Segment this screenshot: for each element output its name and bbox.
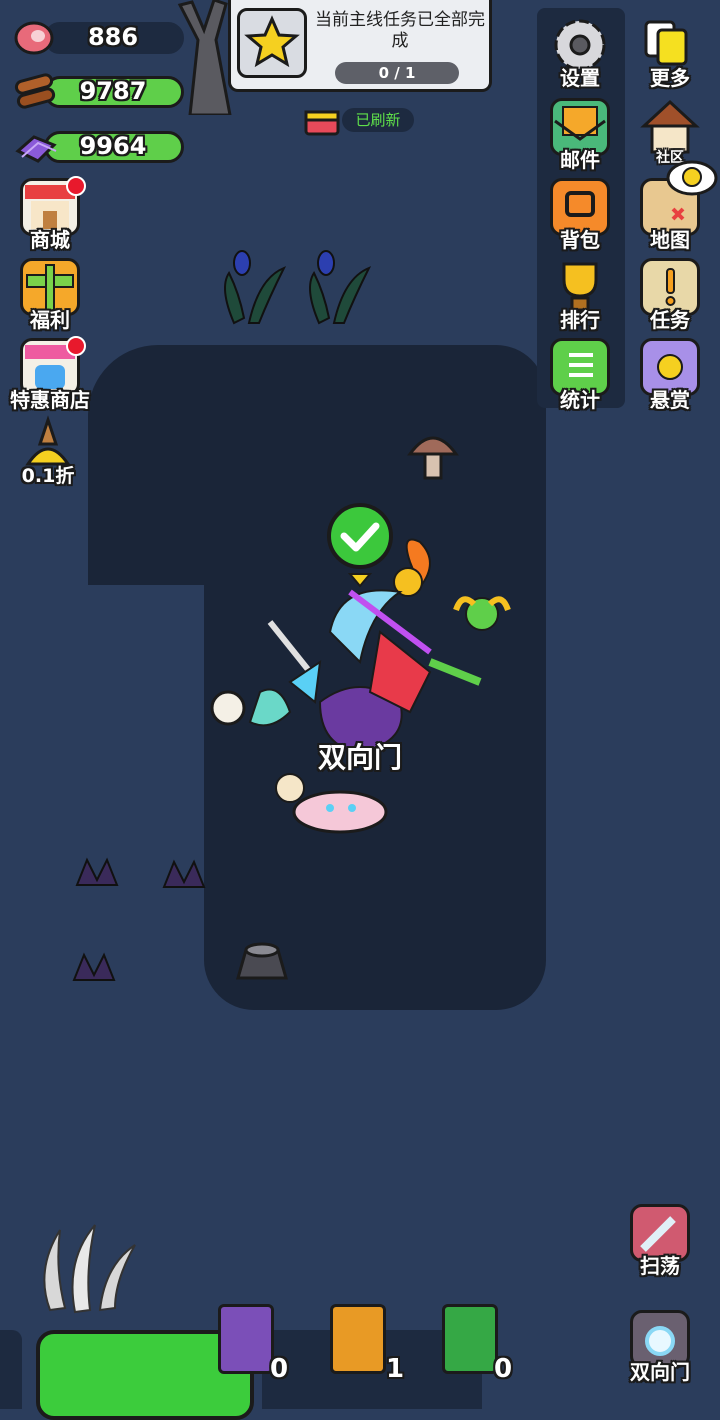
orange-book-count: 1 <box>386 1354 405 1384</box>
resource-meat: 886 <box>14 18 184 58</box>
quest-progress-text: 0 / 1 <box>378 64 416 82</box>
backpack-label: 背包 <box>560 228 600 252</box>
ranking-label: 排行 <box>560 308 600 332</box>
bottom-left-panel <box>0 1330 22 1409</box>
ranking-button[interactable]: 排行 <box>540 256 620 336</box>
green-book-icon[interactable] <box>442 1304 498 1374</box>
quest-refreshed-label: 已刷新 <box>342 108 414 132</box>
bounty-button[interactable]: 悬赏 <box>630 336 710 416</box>
task-button[interactable]: 任务 <box>630 256 710 336</box>
backpack-button[interactable]: 背包 <box>540 176 620 256</box>
skull-speech-icon <box>666 160 718 196</box>
resource-wood-value: 9787 <box>79 77 147 105</box>
portal-label: 双向门 <box>630 1360 690 1384</box>
sweep-button[interactable]: 扫荡 <box>620 1202 700 1282</box>
more-button[interactable]: 更多 <box>630 14 710 94</box>
bone-claws-decoration <box>43 1224 136 1314</box>
settings-button[interactable]: 设置 <box>540 14 620 94</box>
player-name: 双向门 <box>317 741 402 774</box>
hero-weapons-cluster[interactable] <box>200 532 520 842</box>
crystal-icon <box>15 135 57 163</box>
discount-button[interactable]: 0.1折 <box>8 412 88 492</box>
tree-stump-decoration <box>236 942 288 980</box>
shop-button[interactable]: 商城 <box>10 176 90 256</box>
purple-plant-decoration <box>72 857 206 981</box>
quest-progress-bar: 0 / 1 <box>335 62 459 84</box>
discount-label: 0.1折 <box>21 465 75 487</box>
treasure-chest-icon <box>304 110 340 136</box>
stats-label: 统计 <box>560 388 600 412</box>
portal-button[interactable]: 双向门 <box>620 1308 700 1388</box>
blue-flower-decoration <box>224 250 372 325</box>
welfare-button[interactable]: 福利 <box>10 256 90 336</box>
purple-book-icon[interactable] <box>218 1304 274 1374</box>
map-button[interactable]: 地图 <box>630 160 718 256</box>
star-icon <box>244 15 300 68</box>
green-book-count: 0 <box>494 1354 513 1384</box>
more-label: 更多 <box>650 66 690 90</box>
bounty-label: 悬赏 <box>650 388 690 412</box>
map-label: 地图 <box>650 228 690 252</box>
wood-icon <box>14 73 56 109</box>
shop-notification-dot <box>66 176 86 196</box>
sweep-label: 扫荡 <box>640 1254 680 1278</box>
resource-crystal: 9964 <box>14 127 184 167</box>
shop-label: 商城 <box>30 228 70 252</box>
resource-meat-value: 886 <box>87 23 139 51</box>
orange-book-icon[interactable] <box>330 1304 386 1374</box>
resource-wood: 9787 <box>14 72 184 112</box>
special-shop-label: 特惠商店 <box>10 388 90 412</box>
welfare-label: 福利 <box>30 308 70 332</box>
resource-crystal-value: 9964 <box>79 132 147 160</box>
meat-icon <box>14 21 54 55</box>
special-shop-notification-dot <box>66 336 86 356</box>
mail-label: 邮件 <box>560 148 600 172</box>
mail-button[interactable]: 邮件 <box>540 96 620 176</box>
quest-panel[interactable]: 当前主线任务已全部完成 0 / 1 <box>228 0 492 92</box>
special-shop-button[interactable]: 特惠商店 <box>8 336 92 416</box>
quest-text: 当前主线任务已全部完成 <box>315 10 485 51</box>
task-label: 任务 <box>650 308 690 332</box>
mushroom-decoration <box>407 436 459 480</box>
quest-star-frame <box>237 8 307 78</box>
purple-book-count: 0 <box>270 1354 289 1384</box>
stats-button[interactable]: 统计 <box>540 336 620 416</box>
settings-label: 设置 <box>560 66 600 90</box>
